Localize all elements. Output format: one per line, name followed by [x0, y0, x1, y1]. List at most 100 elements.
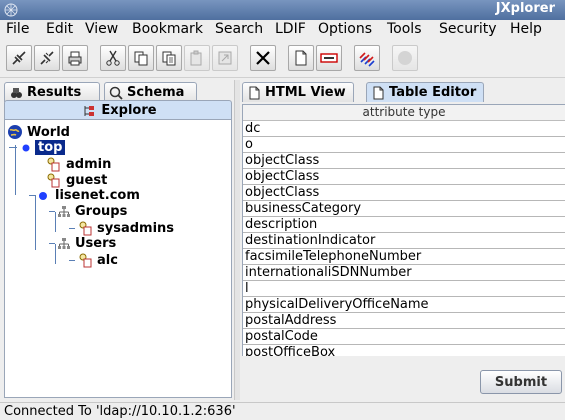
- expand-handle-icon[interactable]: [69, 259, 75, 261]
- cut-button[interactable]: [100, 45, 126, 71]
- copy-button[interactable]: [128, 45, 154, 71]
- expand-handle-icon[interactable]: [9, 147, 17, 148]
- tree-label-top: top: [35, 140, 66, 155]
- menu-view[interactable]: View: [85, 21, 118, 37]
- disconnect-button[interactable]: [34, 45, 60, 71]
- tab-html-view-label: HTML View: [265, 85, 346, 100]
- copy-icon: [134, 51, 148, 66]
- print-icon: [68, 51, 82, 66]
- table-row[interactable]: physicalDeliveryOfficeName: [243, 297, 565, 313]
- table-row[interactable]: businessCategory: [243, 201, 565, 217]
- tab-explore[interactable]: Explore: [4, 100, 232, 120]
- stop-icon: [398, 51, 412, 65]
- table-row[interactable]: dc: [243, 121, 565, 137]
- tab-schema-label: Schema: [127, 85, 185, 100]
- globe-icon: [8, 125, 22, 139]
- menu-bookmark[interactable]: Bookmark: [132, 21, 203, 37]
- new-entry-button[interactable]: [288, 45, 314, 71]
- org-unit-icon: [58, 237, 70, 249]
- tree-node-top[interactable]: top: [9, 140, 66, 155]
- domain-dot-icon: [21, 143, 31, 152]
- menu-help[interactable]: Help: [510, 21, 542, 37]
- tab-explore-label: Explore: [101, 103, 157, 118]
- paste-alias-button[interactable]: [212, 45, 238, 71]
- table-row[interactable]: postalCode: [243, 329, 565, 345]
- paste-button[interactable]: [184, 45, 210, 71]
- expand-handle-icon[interactable]: [49, 211, 55, 212]
- menu-security[interactable]: Security: [439, 21, 497, 37]
- table-row[interactable]: facsimileTelephoneNumber: [243, 249, 565, 265]
- copy-dn-button[interactable]: [156, 45, 182, 71]
- tree-label-alc: alc: [97, 252, 118, 268]
- tree-label-sysadmins: sysadmins: [97, 220, 175, 236]
- menu-options[interactable]: Options: [318, 21, 372, 37]
- submit-button[interactable]: Submit: [480, 370, 562, 394]
- expand-handle-icon[interactable]: [29, 195, 35, 196]
- domain-dot-icon: [39, 191, 47, 200]
- schema-icon: [109, 86, 123, 100]
- tree-node-world[interactable]: World: [7, 124, 70, 140]
- tree-node-groups[interactable]: Groups: [49, 204, 127, 219]
- person-icon: [47, 173, 60, 188]
- disconnect-icon: [40, 51, 54, 65]
- person-icon: [79, 253, 92, 268]
- tree-node-lisenet[interactable]: lisenet.com: [29, 188, 140, 203]
- expand-handle-icon[interactable]: [69, 227, 75, 229]
- app-icon: [4, 3, 18, 17]
- tree-node-alc[interactable]: alc: [69, 252, 118, 268]
- explore-icon: [84, 105, 95, 116]
- results-icon: [11, 87, 22, 98]
- rename-button[interactable]: [316, 45, 342, 71]
- tree-label-guest: guest: [66, 172, 108, 188]
- tab-results-label: Results: [27, 85, 82, 100]
- tree-node-sysadmins[interactable]: sysadmins: [69, 220, 174, 236]
- menu-file[interactable]: File: [6, 21, 29, 37]
- tab-table-editor[interactable]: Table Editor: [366, 82, 484, 102]
- paste-icon: [190, 50, 202, 66]
- table-row[interactable]: l: [243, 281, 565, 297]
- table-row[interactable]: objectClass: [243, 185, 565, 201]
- status-bar: Connected To 'ldap://10.10.1.2:636': [0, 402, 565, 420]
- person-icon: [47, 157, 60, 172]
- stop-button[interactable]: [392, 45, 418, 71]
- print-button[interactable]: [62, 45, 88, 71]
- table-row[interactable]: postalAddress: [243, 313, 565, 329]
- table-row[interactable]: objectClass: [243, 169, 565, 185]
- title-bar: JXplorer: [0, 0, 565, 20]
- table-row[interactable]: destinationIndicator: [243, 233, 565, 249]
- delete-button[interactable]: [250, 45, 276, 71]
- tree-label-world: World: [27, 124, 70, 140]
- menu-bar: File Edit View Bookmark Search LDIF Opti…: [0, 20, 565, 40]
- attribute-table: attribute type dc o objectClass objectCl…: [242, 104, 565, 356]
- table-row[interactable]: description: [243, 217, 565, 233]
- toolbar: [0, 40, 565, 78]
- tab-schema[interactable]: Schema: [104, 82, 197, 102]
- menu-ldif[interactable]: LDIF: [275, 21, 306, 37]
- tree-node-admin[interactable]: admin: [45, 156, 111, 172]
- expand-handle-icon[interactable]: [49, 243, 55, 244]
- table-row[interactable]: o: [243, 137, 565, 153]
- delete-icon: [256, 51, 270, 65]
- directory-tree: World top admin guest lisenet.com Groups…: [4, 119, 232, 398]
- connect-button[interactable]: [6, 45, 32, 71]
- document-icon: [249, 86, 260, 99]
- column-header-attribute-type[interactable]: attribute type: [243, 105, 565, 121]
- refresh-icon: [359, 52, 375, 67]
- menu-edit[interactable]: Edit: [46, 21, 73, 37]
- tree-label-lisenet: lisenet.com: [55, 188, 140, 203]
- menu-search[interactable]: Search: [215, 21, 263, 37]
- tab-html-view[interactable]: HTML View: [242, 82, 354, 102]
- org-unit-icon: [58, 205, 70, 217]
- table-row[interactable]: internationaliSDNNumber: [243, 265, 565, 281]
- copy-dn-icon: [162, 51, 176, 66]
- tab-results[interactable]: Results: [4, 82, 100, 102]
- tree-node-guest[interactable]: guest: [45, 172, 107, 188]
- table-row[interactable]: postOfficeBox: [243, 345, 565, 356]
- tree-node-users[interactable]: Users: [49, 236, 116, 251]
- menu-tools[interactable]: Tools: [387, 21, 422, 37]
- table-row[interactable]: objectClass: [243, 153, 565, 169]
- refresh-button[interactable]: [354, 45, 380, 71]
- split-pane-divider[interactable]: [234, 80, 240, 400]
- tree-label-groups: Groups: [75, 204, 128, 219]
- rename-icon: [320, 53, 338, 63]
